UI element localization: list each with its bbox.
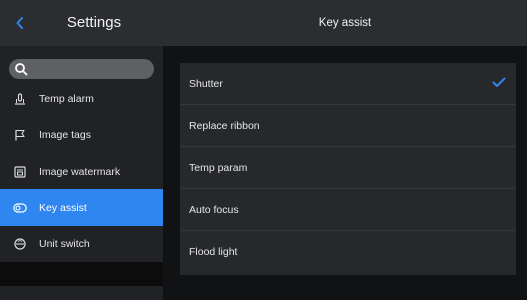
sidebar-item-image-tags[interactable]: Image tags	[0, 116, 163, 153]
option-label: Auto focus	[189, 204, 239, 216]
search-input[interactable]	[9, 59, 154, 79]
sidebar-item-partial[interactable]	[0, 286, 163, 300]
option-auto-focus[interactable]: Auto focus	[180, 189, 516, 231]
option-label: Flood light	[189, 246, 238, 258]
sidebar-header: Settings	[0, 0, 163, 46]
sidebar-item-image-watermark[interactable]: Image watermark	[0, 153, 163, 190]
option-flood-light[interactable]: Flood light	[180, 231, 516, 273]
sidebar-item-unit-switch[interactable]: Unit switch	[0, 225, 163, 262]
options-list: Shutter Replace ribbon Temp param Auto f…	[180, 63, 516, 275]
thermometer-icon	[13, 92, 27, 106]
sidebar-item-key-assist[interactable]: Key assist	[0, 189, 163, 226]
sidebar-item-label: Unit switch	[39, 237, 90, 250]
search-icon	[15, 63, 28, 76]
sidebar-item-label: Image tags	[39, 128, 91, 141]
back-button[interactable]	[10, 12, 30, 34]
option-replace-ribbon[interactable]: Replace ribbon	[180, 105, 516, 147]
option-label: Shutter	[189, 78, 223, 90]
unit-switch-icon	[13, 237, 27, 251]
sidebar-item-label: Key assist	[39, 201, 87, 214]
sidebar-item-label: Temp alarm	[39, 92, 94, 105]
main-header: Key assist	[163, 0, 527, 46]
flag-icon	[13, 128, 27, 142]
sidebar-item-temp-alarm[interactable]: Temp alarm	[0, 80, 163, 117]
sidebar-item-label: Image watermark	[39, 165, 121, 178]
watermark-icon	[13, 165, 27, 179]
chevron-left-icon	[16, 17, 23, 29]
checkmark-icon	[492, 77, 506, 87]
sidebar: Settings Temp alarm Image tags Image wat…	[0, 0, 163, 300]
sidebar-divider	[0, 262, 163, 286]
page-title: Key assist	[318, 17, 372, 29]
sidebar-title: Settings	[66, 14, 122, 31]
option-label: Replace ribbon	[189, 120, 260, 132]
option-shutter[interactable]: Shutter	[180, 63, 516, 105]
option-temp-param[interactable]: Temp param	[180, 147, 516, 189]
key-assist-icon	[13, 201, 27, 215]
option-label: Temp param	[189, 162, 248, 174]
